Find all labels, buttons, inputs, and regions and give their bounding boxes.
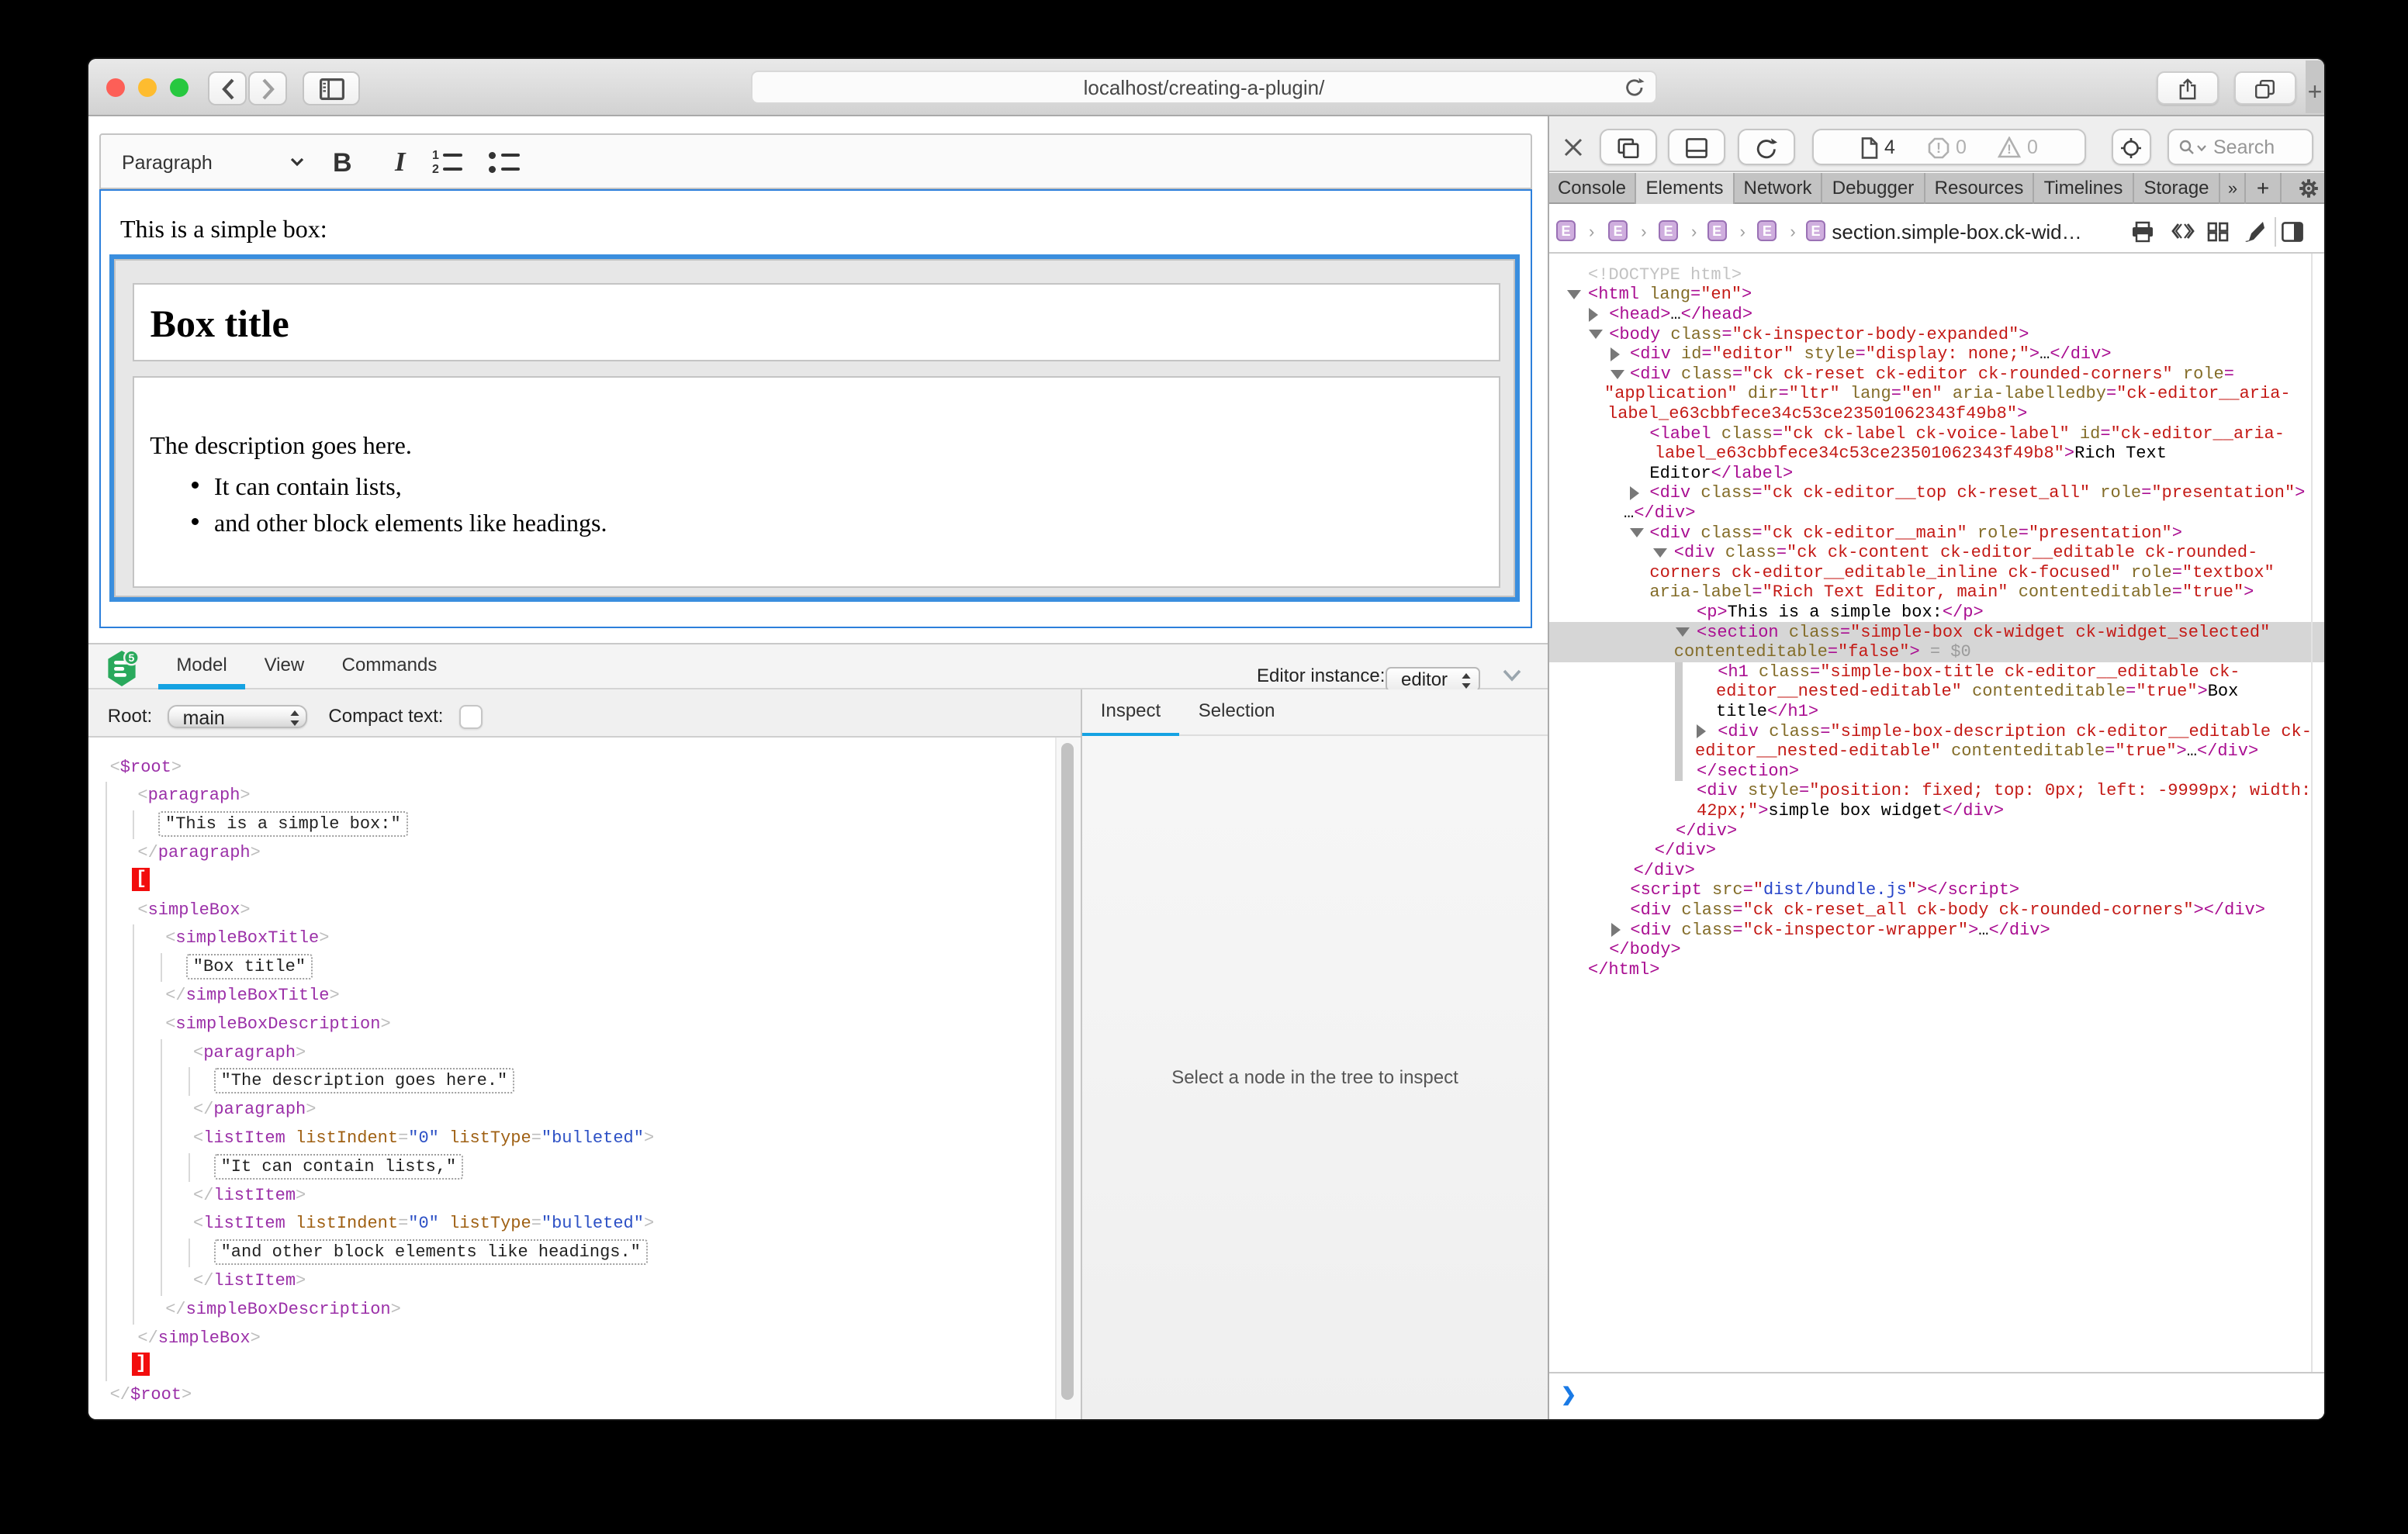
svg-text:5: 5 bbox=[128, 651, 134, 664]
svg-text:!: ! bbox=[2007, 142, 2012, 157]
svg-text:!: ! bbox=[1936, 140, 1941, 156]
